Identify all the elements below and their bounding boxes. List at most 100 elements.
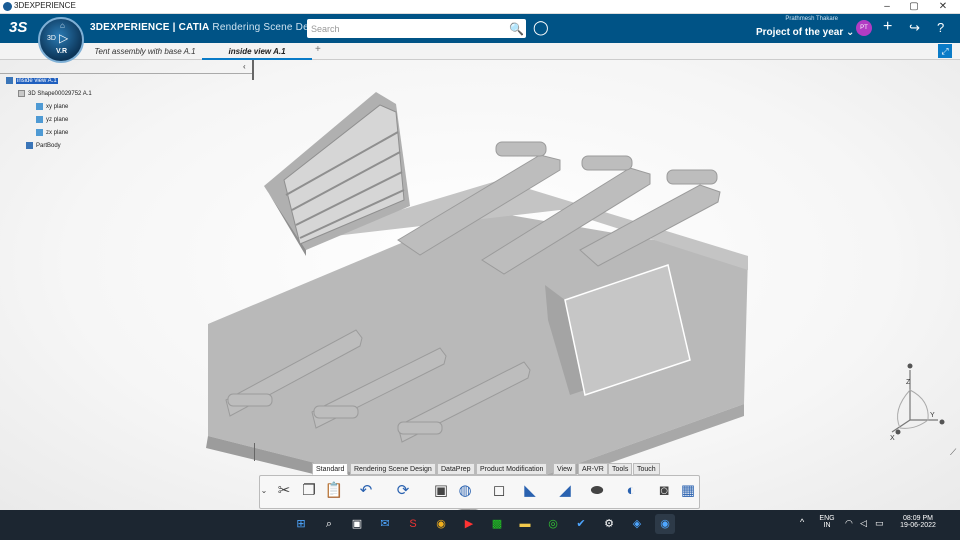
material-icon[interactable]: ⬬ xyxy=(587,480,607,502)
tree-node-yz[interactable]: yz plane xyxy=(36,115,92,125)
plane-icon xyxy=(36,128,43,136)
system-clock[interactable]: 08:09 PM 19-06-2022 xyxy=(898,515,938,529)
minimize-button[interactable]: – xyxy=(876,0,898,14)
pycharm-icon[interactable]: ▩ xyxy=(487,514,507,534)
todo-icon[interactable]: ✔ xyxy=(571,514,591,534)
window-title: 3DEXPERIENCE xyxy=(14,1,76,10)
3d-viewport[interactable] xyxy=(0,60,960,512)
body-icon xyxy=(26,141,33,149)
plane-tool-icon[interactable]: ◣ xyxy=(520,480,540,502)
settings-icon[interactable]: ⚙ xyxy=(599,514,619,534)
brand-name: 3DEXPERIENCE | CATIA xyxy=(90,22,210,33)
shelf-unit xyxy=(264,92,410,256)
compass-version: V.R xyxy=(56,48,68,55)
wifi-icon[interactable]: ◠ xyxy=(845,518,853,529)
tree-header xyxy=(0,60,254,74)
product-icon xyxy=(6,76,13,84)
3dexperience-taskbar-icon[interactable]: ◉ xyxy=(655,514,675,534)
tab-rendering-scene-design[interactable]: Rendering Scene Design xyxy=(350,463,436,475)
tree-node-shape[interactable]: 3D Shape00029752 A.1 xyxy=(18,89,92,99)
update-icon[interactable]: ⟳ xyxy=(393,480,413,502)
search-icon[interactable]: 🔍 xyxy=(509,22,524,36)
add-icon[interactable]: + xyxy=(883,18,892,36)
start-icon[interactable]: ⊞ xyxy=(291,514,311,534)
whatsapp-icon[interactable]: ◎ xyxy=(543,514,563,534)
action-bar-menu-icon[interactable]: ⌄ xyxy=(259,480,269,502)
mail-icon[interactable]: ✉ xyxy=(375,514,395,534)
tree-node-root[interactable]: inside view A.1 xyxy=(6,76,92,86)
taskbar-search-icon[interactable]: ⌕ xyxy=(319,514,339,534)
task-view-icon[interactable]: ▣ xyxy=(347,514,367,534)
tab-ar-vr[interactable]: AR-VR xyxy=(578,463,608,475)
tag-icon[interactable]: ◯ xyxy=(533,19,549,36)
tab-standard[interactable]: Standard xyxy=(312,463,349,475)
maximize-button[interactable]: ▢ xyxy=(903,0,925,14)
y-axis-label: Y xyxy=(930,412,935,419)
tree-node-label: 3D Shape00029752 A.1 xyxy=(28,91,92,97)
language-indicator[interactable]: ENG IN xyxy=(817,515,837,529)
resize-grip-icon[interactable]: ⟋ xyxy=(950,447,956,458)
axis-compass[interactable]: Z X Y xyxy=(880,360,950,450)
camera-icon[interactable]: ◙ xyxy=(654,480,674,502)
collapse-panel-icon[interactable]: ‹ xyxy=(243,62,246,71)
tab-tools[interactable]: Tools xyxy=(608,463,633,475)
compass-top-icon: ⌂ xyxy=(60,21,65,30)
expand-icon[interactable]: ⤢ xyxy=(938,44,952,58)
pillow-4 xyxy=(227,393,273,407)
share-icon[interactable]: ↪ xyxy=(909,20,920,36)
tab-inside-view[interactable]: inside view A.1 xyxy=(202,43,312,60)
paste-icon[interactable]: 📋 xyxy=(324,480,344,502)
tree-node-label: inside view A.1 xyxy=(16,78,58,84)
light-icon[interactable]: ◢ xyxy=(555,480,575,502)
user-name: Prathmesh Thakare xyxy=(785,16,838,22)
photos-icon[interactable]: ◈ xyxy=(627,514,647,534)
pillow-5 xyxy=(313,405,359,419)
clock-date: 19-06-2022 xyxy=(900,522,936,529)
tab-product-modification[interactable]: Product Modification xyxy=(476,463,548,475)
clock-time: 08:09 PM xyxy=(903,515,933,522)
chevron-down-icon: ⌄ xyxy=(846,27,855,38)
copy-icon[interactable]: ❐ xyxy=(299,480,319,502)
search-box[interactable] xyxy=(307,19,526,38)
help-icon[interactable]: ? xyxy=(937,20,944,35)
render-icon[interactable]: ▣ xyxy=(431,480,451,502)
battery-icon[interactable]: ▭ xyxy=(875,518,884,529)
compass-button[interactable]: ⌂ 3D ▷ V.R xyxy=(38,17,84,63)
tree-node-partbody[interactable]: PartBody xyxy=(26,141,92,151)
close-button[interactable]: ✕ xyxy=(932,0,954,14)
tab-touch[interactable]: Touch xyxy=(633,463,660,475)
pillow-3 xyxy=(666,169,718,185)
x-axis-label: X xyxy=(890,435,895,442)
tab-view[interactable]: View xyxy=(553,463,577,475)
play-icon: ▷ xyxy=(59,31,69,45)
tree-node-zx[interactable]: zx plane xyxy=(36,128,92,138)
project-selector[interactable]: Project of the year ⌄ xyxy=(756,27,854,38)
texture-icon[interactable]: ▦ xyxy=(678,480,698,502)
plane-icon xyxy=(36,115,43,123)
undo-icon[interactable]: ↶ xyxy=(356,480,376,502)
tree-node-label: xy plane xyxy=(46,104,69,110)
pillow-1 xyxy=(495,141,547,157)
z-axis-label: Z xyxy=(906,379,911,386)
file-explorer-icon[interactable]: ▬ xyxy=(515,514,535,534)
add-tab-icon[interactable]: + xyxy=(315,44,321,55)
appearance-icon[interactable]: ◐ xyxy=(621,480,641,502)
specification-tree: inside view A.1 3D Shape00029752 A.1 xy … xyxy=(6,76,92,151)
environment-icon[interactable]: ◍ xyxy=(455,480,475,502)
volume-icon[interactable]: ◁ xyxy=(860,518,867,529)
chrome-icon[interactable]: ◉ xyxy=(431,514,451,534)
app-window-icon xyxy=(3,2,12,11)
tab-tent-assembly[interactable]: Tent assembly with base A.1 xyxy=(80,43,210,60)
tree-node-label: zx plane xyxy=(46,130,69,136)
search-input[interactable] xyxy=(311,21,501,36)
tab-dataprep[interactable]: DataPrep xyxy=(437,463,475,475)
youtube-icon[interactable]: ▶ xyxy=(459,514,479,534)
language-code: ENG xyxy=(819,515,835,522)
tree-node-xy[interactable]: xy plane xyxy=(36,102,92,112)
avatar[interactable]: PT xyxy=(856,20,872,36)
tree-splitter[interactable] xyxy=(252,60,254,80)
cut-icon[interactable]: ✂ xyxy=(274,480,294,502)
solidworks-icon[interactable]: S xyxy=(403,514,423,534)
box-icon[interactable]: ◻ xyxy=(489,480,509,502)
tray-chevron-icon[interactable]: ^ xyxy=(800,517,804,527)
